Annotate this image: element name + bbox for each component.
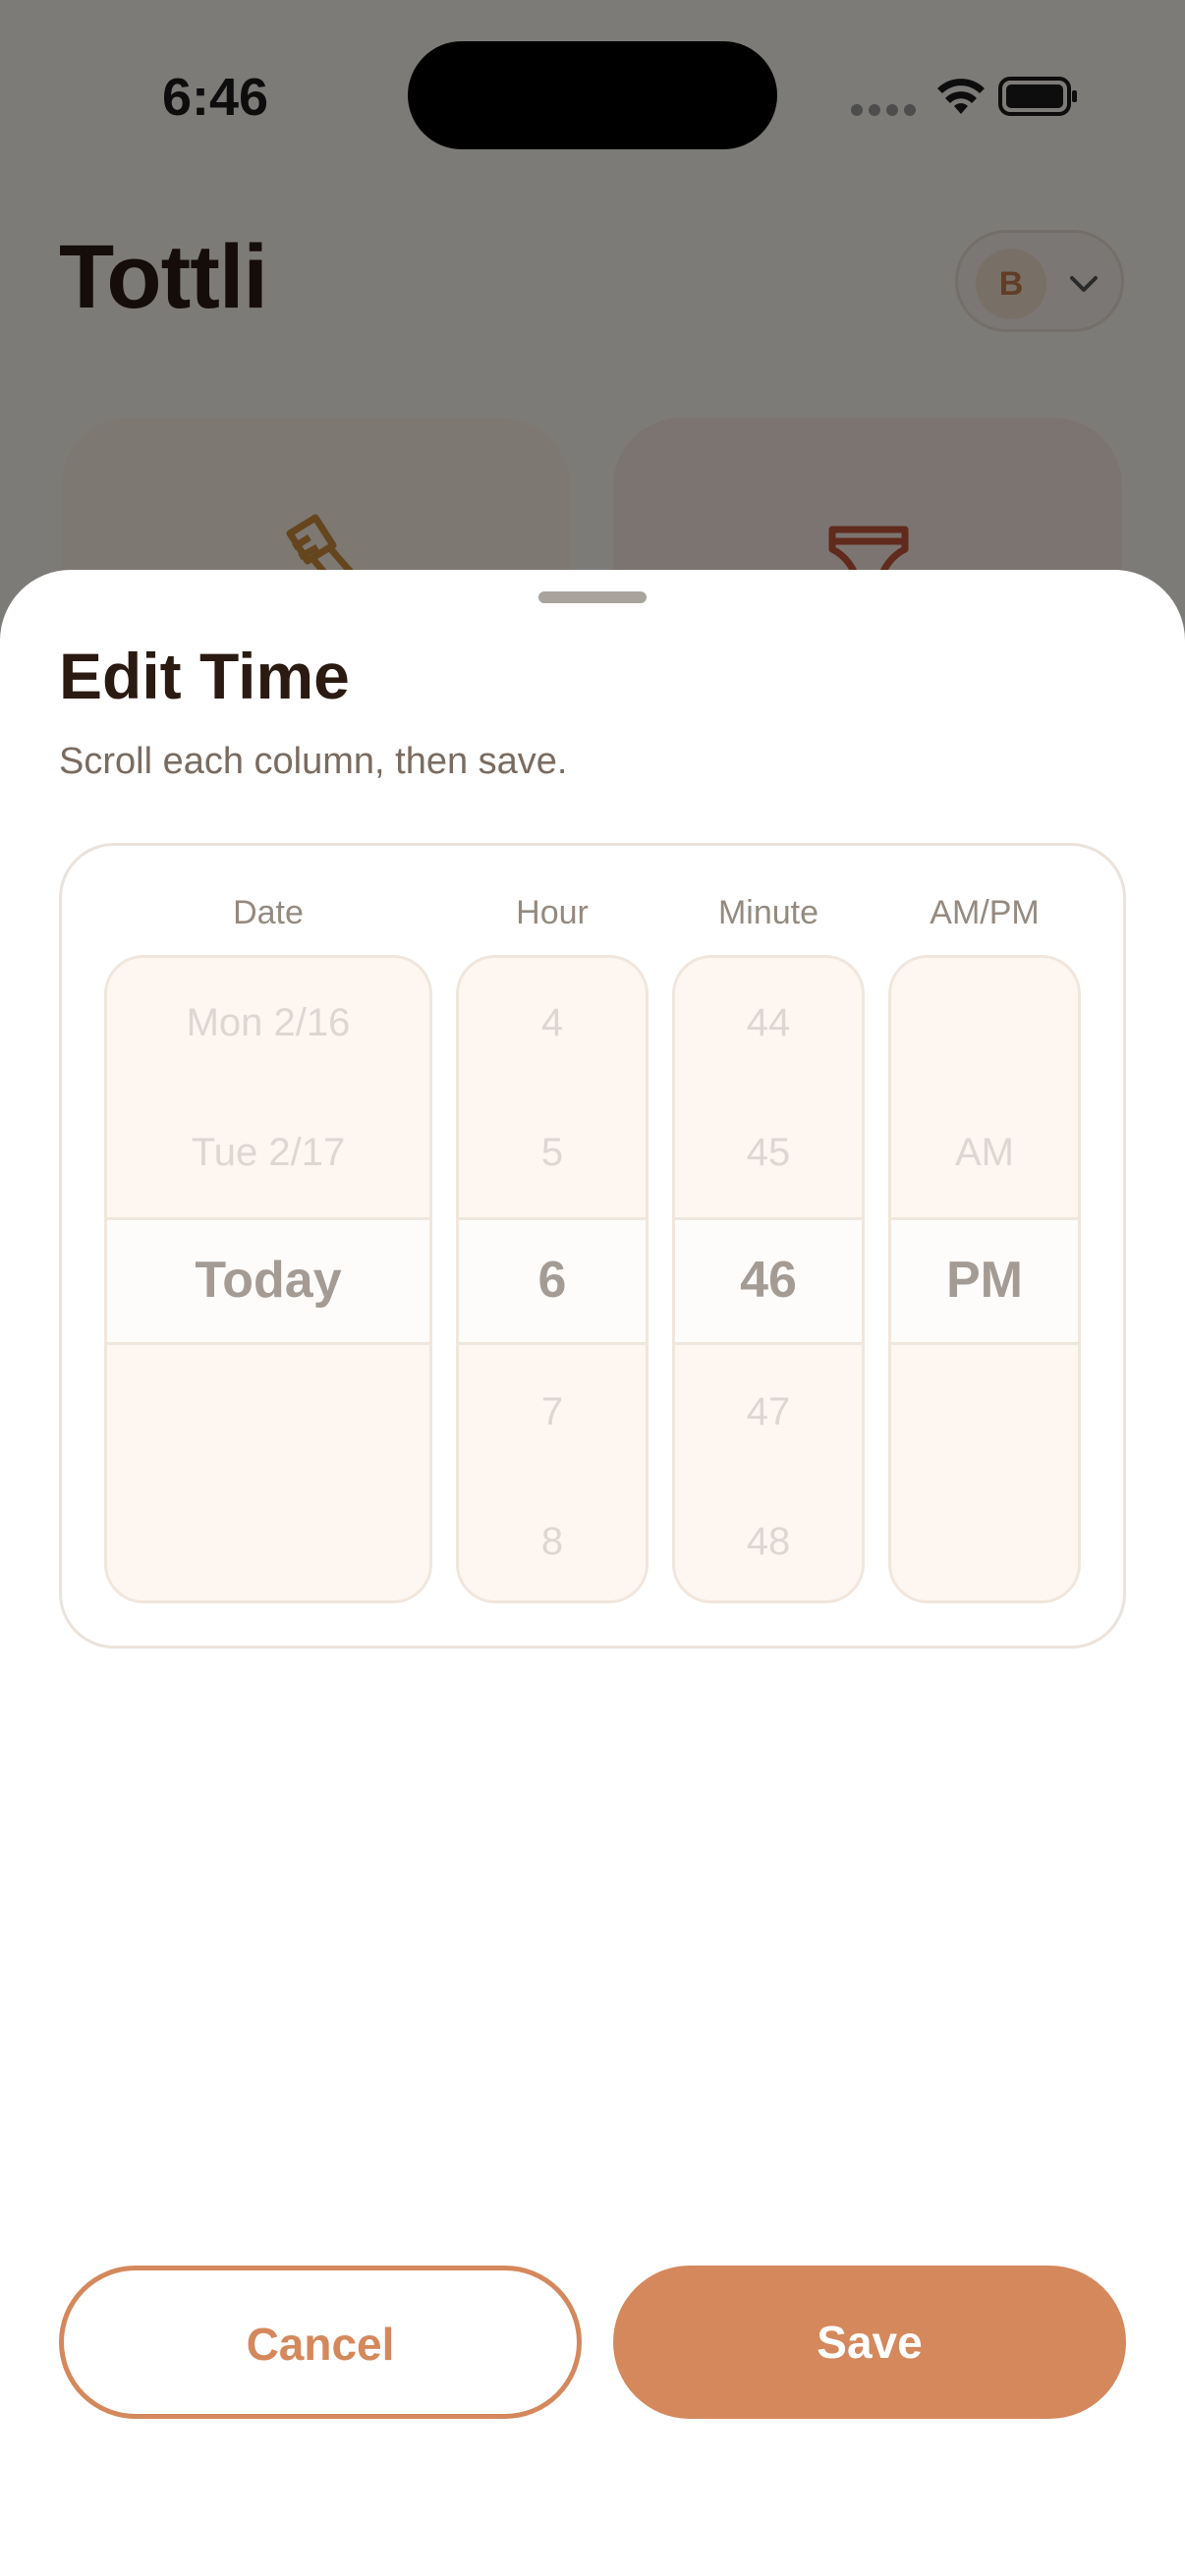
selected-minute[interactable]: 46 bbox=[675, 1251, 862, 1310]
selected-hour[interactable]: 6 bbox=[459, 1251, 646, 1310]
date-wheel[interactable]: Mon 2/16 Tue 2/17 Today bbox=[104, 955, 432, 1603]
selected-date[interactable]: Today bbox=[107, 1251, 429, 1310]
wheel-item[interactable]: 5 bbox=[459, 1131, 646, 1175]
date-column-header: Date bbox=[233, 894, 304, 931]
wheel-item[interactable]: 7 bbox=[459, 1390, 646, 1434]
sheet-grabber[interactable] bbox=[538, 591, 647, 603]
wheel-item[interactable]: Tue 2/17 bbox=[107, 1131, 429, 1175]
wheel-item[interactable]: Mon 2/16 bbox=[107, 1001, 429, 1045]
wheel-item[interactable]: 8 bbox=[459, 1520, 646, 1564]
hour-column-header: Hour bbox=[516, 894, 589, 931]
selected-ampm[interactable]: PM bbox=[891, 1251, 1078, 1310]
wheel-item[interactable]: 47 bbox=[675, 1390, 862, 1434]
hour-wheel[interactable]: 4 5 6 7 8 bbox=[456, 955, 649, 1603]
wheel-item[interactable]: 4 bbox=[459, 1001, 646, 1045]
wheel-item[interactable]: 44 bbox=[675, 1001, 862, 1045]
wheel-item[interactable]: 45 bbox=[675, 1131, 862, 1175]
ampm-wheel[interactable]: AM PM bbox=[888, 955, 1081, 1603]
wheel-item[interactable]: 48 bbox=[675, 1520, 862, 1564]
sheet-title: Edit Time bbox=[59, 640, 350, 712]
minute-wheel[interactable]: 44 45 46 47 48 bbox=[672, 955, 865, 1603]
sheet-subtitle: Scroll each column, then save. bbox=[59, 741, 568, 782]
wheel-item[interactable]: AM bbox=[891, 1131, 1078, 1175]
ampm-column-header: AM/PM bbox=[930, 894, 1040, 931]
minute-column-header: Minute bbox=[717, 894, 819, 931]
cancel-button[interactable]: Cancel bbox=[59, 2266, 582, 2419]
save-button[interactable]: Save bbox=[613, 2266, 1126, 2419]
